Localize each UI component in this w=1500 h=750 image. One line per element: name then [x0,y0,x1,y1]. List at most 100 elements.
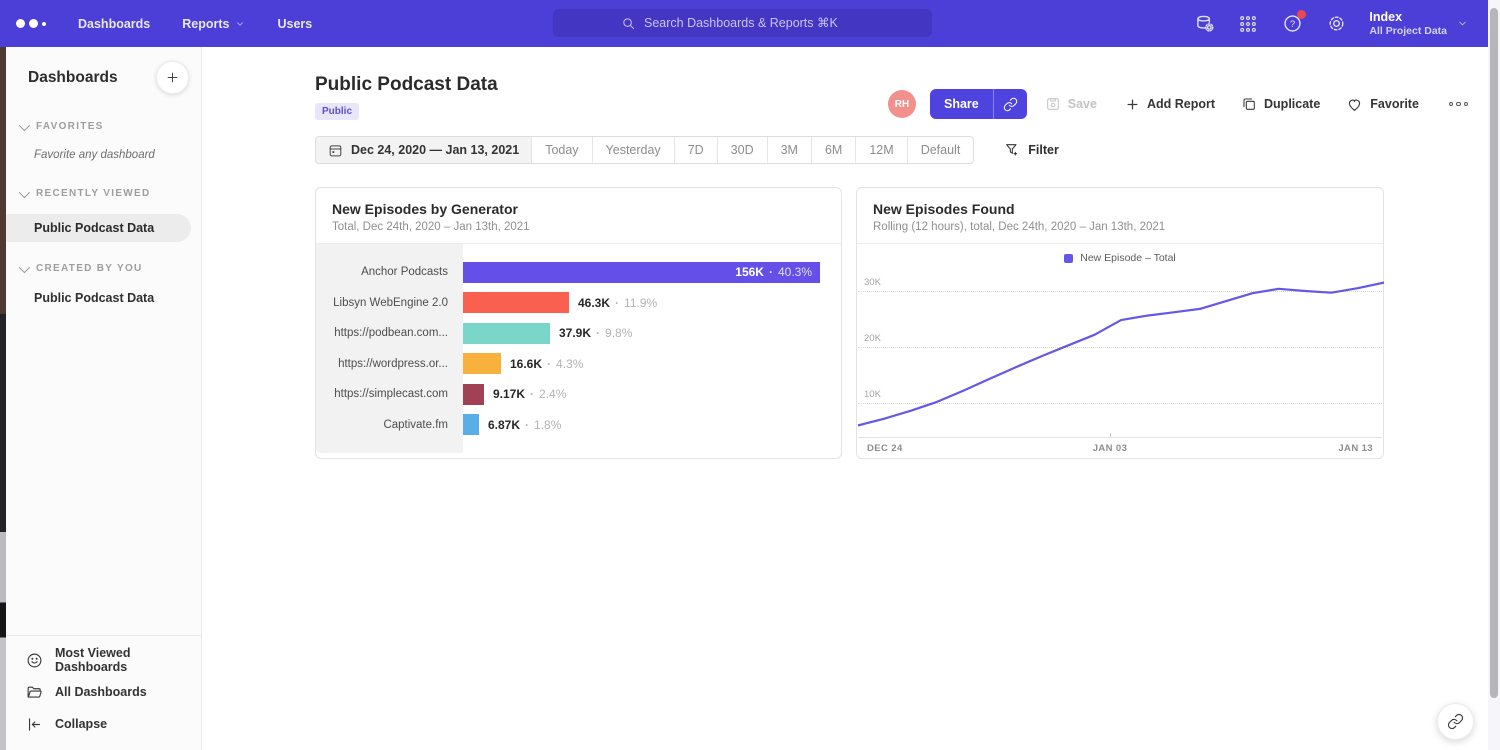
sidebar-title: Dashboards [28,69,118,87]
avatar[interactable]: RH [888,90,916,118]
bar[interactable] [463,323,550,344]
settings-gear-icon[interactable] [1325,13,1347,35]
sidebar-section-recently-viewed[interactable]: RECENTLY VIEWED [6,188,201,199]
search-input[interactable] [644,16,864,30]
bar[interactable] [463,292,569,313]
nav-left: Dashboards Reports Users [16,0,312,47]
share-button-group: Share [930,89,1027,119]
preset-12m[interactable]: 12M [855,137,906,163]
sidebar-item-public-podcast-data[interactable]: Public Podcast Data [6,291,201,305]
page-scrollbar [1488,0,1500,750]
copy-link-button[interactable] [993,89,1027,119]
preset-30d[interactable]: 30D [717,137,767,163]
app-window: Dashboards Reports Users ? [0,0,1500,750]
preset-3m[interactable]: 3M [767,137,811,163]
x-axis: DEC 24 JAN 03 JAN 13 [858,438,1382,458]
duplicate-icon [1241,96,1257,112]
bar[interactable] [463,384,484,405]
nav-item-reports[interactable]: Reports [182,17,245,31]
x-axis-tick [1110,433,1111,437]
card-header: New Episodes Found Rolling (12 hours), t… [857,188,1383,244]
nav-item-dashboards[interactable]: Dashboards [78,17,150,31]
sidebar: Dashboards FAVORITES Favorite any dashbo… [6,47,202,750]
search-icon [621,16,636,31]
add-report-button[interactable]: Add Report [1125,97,1215,112]
smiley-icon [26,652,43,669]
sidebar-footer: Most Viewed Dashboards All Dashboards Co… [6,635,201,750]
scrollbar-thumb[interactable] [1490,8,1498,698]
bar-row[interactable]: Anchor Podcasts 156K·40.3% [316,257,841,288]
floating-share-link-button[interactable] [1437,703,1474,740]
most-viewed-dashboards-button[interactable]: Most Viewed Dashboards [6,644,201,676]
line-chart[interactable]: 30K 20K 10K [858,270,1382,438]
heart-icon [1346,96,1363,113]
nav-right: ? Index All Project Data [1193,0,1468,47]
preset-7d[interactable]: 7D [674,137,717,163]
bar-row[interactable]: https://podbean.com... 37.9K·9.8% [316,318,841,349]
preset-today[interactable]: Today [531,137,591,163]
calendar-icon [328,143,343,158]
filter-button[interactable]: Filter [1004,142,1059,158]
bar-chart: Anchor Podcasts 156K·40.3% Libsyn WebEng… [316,244,841,454]
more-options-button[interactable] [1445,98,1473,111]
bar[interactable]: 156K·40.3% [463,262,820,283]
chevron-down-icon [235,19,245,29]
plus-icon [165,70,180,85]
bar-row[interactable]: Libsyn WebEngine 2.0 46.3K·11.9% [316,288,841,319]
report-card-new-episodes-by-generator[interactable]: New Episodes by Generator Total, Dec 24t… [315,187,842,459]
all-dashboards-button[interactable]: All Dashboards [6,676,201,708]
date-toolbar: Dec 24, 2020 — Jan 13, 2021 Today Yester… [315,136,1059,164]
sidebar-section-created-by-you[interactable]: CREATED BY YOU [6,263,201,274]
favorite-button[interactable]: Favorite [1346,96,1419,113]
bar[interactable] [463,414,479,435]
report-card-new-episodes-found[interactable]: New Episodes Found Rolling (12 hours), t… [856,187,1384,459]
duplicate-button[interactable]: Duplicate [1241,96,1320,112]
chart-legend: New Episode – Total [857,246,1383,270]
plus-icon [1125,97,1140,112]
global-search[interactable] [553,9,932,37]
date-range-group: Dec 24, 2020 — Jan 13, 2021 Today Yester… [315,136,974,164]
visibility-badge: Public [315,103,359,120]
card-header: New Episodes by Generator Total, Dec 24t… [316,188,841,244]
save-icon [1045,96,1061,112]
bar[interactable] [463,353,501,374]
notification-badge [1297,10,1306,19]
preset-yesterday[interactable]: Yesterday [592,137,674,163]
bar-row[interactable]: Captivate.fm 6.87K·1.8% [316,410,841,441]
link-icon [1003,97,1018,112]
page-title: Public Podcast Data [315,74,498,96]
apps-grid-icon[interactable] [1237,13,1259,35]
sidebar-section-favorites[interactable]: FAVORITES [6,121,201,132]
app-logo-icon[interactable] [16,19,46,28]
project-name: Index [1369,10,1447,25]
x-axis-label: DEC 24 [867,443,903,454]
chevron-down-icon [19,261,30,272]
dashboard-actions: RH Share Save Add Report Duplicate Favor… [888,88,1472,120]
help-icon[interactable]: ? [1281,13,1303,35]
sidebar-item-public-podcast-data[interactable]: Public Podcast Data [6,214,191,242]
save-button[interactable]: Save [1045,96,1097,112]
collapse-icon [26,716,43,733]
bar-row[interactable]: https://wordpress.or... 16.6K·4.3% [316,349,841,380]
card-subtitle: Rolling (12 hours), total, Dec 24th, 202… [873,221,1367,233]
card-title: New Episodes by Generator [332,201,825,217]
x-axis-label: JAN 03 [1093,443,1128,454]
bar-row[interactable]: https://simplecast.com 9.17K·2.4% [316,379,841,410]
project-switcher[interactable]: Index All Project Data [1369,10,1468,38]
top-nav: Dashboards Reports Users ? [0,0,1488,47]
funnel-plus-icon [1004,142,1020,158]
legend-label: New Episode – Total [1080,252,1176,264]
data-management-icon[interactable] [1193,13,1215,35]
card-title: New Episodes Found [873,201,1367,217]
date-range-picker[interactable]: Dec 24, 2020 — Jan 13, 2021 [316,137,531,163]
chevron-down-icon [19,119,30,130]
share-button[interactable]: Share [930,89,993,119]
card-subtitle: Total, Dec 24th, 2020 – Jan 13th, 2021 [332,221,825,233]
collapse-sidebar-button[interactable]: Collapse [6,708,201,740]
add-dashboard-button[interactable] [156,61,189,94]
link-icon [1447,713,1464,730]
preset-6m[interactable]: 6M [811,137,855,163]
folder-icon [26,684,43,701]
nav-item-users[interactable]: Users [277,17,312,31]
preset-default[interactable]: Default [907,137,974,163]
